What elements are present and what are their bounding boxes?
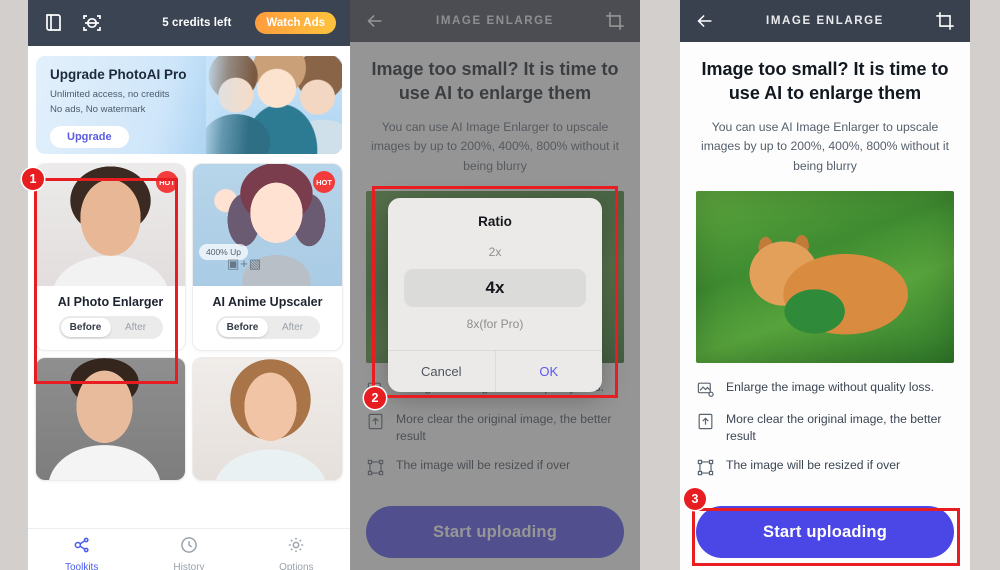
upgrade-promo-banner[interactable]: Upgrade PhotoAI Pro Unlimited access, no… <box>36 56 342 154</box>
history-icon <box>181 536 197 553</box>
back-arrow-icon[interactable] <box>694 10 716 32</box>
tool-card-photo-enlarger[interactable]: HOT AI Photo Enlarger Before After <box>36 164 185 350</box>
feature-list: Enlarge the image without quality loss. … <box>696 379 954 478</box>
promo-subtitle-2: No ads, No watermark <box>50 103 146 115</box>
credits-label: 5 credits left <box>162 17 232 29</box>
home-topbar: 5 credits left Watch Ads <box>28 0 350 46</box>
annotation-marker-1: 1 <box>22 168 44 190</box>
dialog-cancel-button[interactable]: Cancel <box>388 351 495 392</box>
card-title: AI Anime Upscaler <box>212 295 323 309</box>
tool-card-anime-upscaler[interactable]: 400% Up ▣+▧ HOT AI Anime Upscaler Before… <box>193 164 342 350</box>
after-option[interactable]: After <box>111 318 161 337</box>
home-body: Upgrade PhotoAI Pro Unlimited access, no… <box>28 56 350 570</box>
tool-card-row2-left[interactable] <box>36 358 185 480</box>
upgrade-button[interactable]: Upgrade <box>50 125 129 148</box>
feature-text: Enlarge the image without quality loss. <box>726 379 934 394</box>
before-option[interactable]: Before <box>217 318 268 337</box>
card-title: AI Photo Enlarger <box>57 295 164 309</box>
promo-text-block: Upgrade PhotoAI Pro Unlimited access, no… <box>50 67 187 148</box>
hot-badge: HOT <box>313 171 335 193</box>
feature-item: More clear the original image, the bette… <box>696 411 954 446</box>
feature-item: The image will be resized if over <box>696 457 954 477</box>
book-icon[interactable] <box>42 11 66 35</box>
card-thumbnail: HOT <box>36 164 185 286</box>
preview-image-dog[interactable] <box>696 190 954 363</box>
feature-item: Enlarge the image without quality loss. <box>696 379 954 399</box>
dialog-actions: Cancel OK <box>388 350 602 392</box>
ratio-option-8x-pro[interactable]: 8x(for Pro) <box>388 310 602 338</box>
before-after-toggle[interactable]: Before After <box>215 316 320 339</box>
phone-panel-enlarge-dialog: IMAGE ENLARGE Image too small? It is tim… <box>350 0 640 570</box>
tab-label: Options <box>279 561 314 570</box>
tool-card-row2-right[interactable] <box>193 358 342 480</box>
screenshot-stage: 5 credits left Watch Ads Upgrade PhotoAI… <box>0 0 1000 570</box>
enlarge-paragraph: You can use AI Image Enlarger to upscale… <box>701 119 949 174</box>
phone-panel-enlarge: IMAGE ENLARGE Image too small? It is tim… <box>680 0 970 570</box>
compare-glyphs: ▣+▧ <box>227 256 263 271</box>
tab-toolkits[interactable]: Toolkits <box>28 535 135 570</box>
dialog-ok-button[interactable]: OK <box>494 351 603 392</box>
card-thumbnail <box>36 358 185 480</box>
promo-photo <box>206 56 342 154</box>
before-option[interactable]: Before <box>60 318 111 337</box>
tab-history[interactable]: History <box>135 535 242 570</box>
start-uploading-button[interactable]: Start uploading <box>696 506 954 558</box>
toolkits-icon <box>74 537 89 552</box>
phone-panel-home: 5 credits left Watch Ads Upgrade PhotoAI… <box>28 0 350 570</box>
thumbnail-art <box>36 358 185 480</box>
after-option[interactable]: After <box>268 318 318 337</box>
hot-badge: HOT <box>156 171 178 193</box>
bottom-tabbar: Toolkits History Options <box>28 528 350 570</box>
crop-icon[interactable] <box>934 10 956 32</box>
annotation-marker-2: 2 <box>364 387 386 409</box>
feature-text: More clear the original image, the bette… <box>726 411 942 444</box>
card-thumbnail <box>193 358 342 480</box>
page-title: IMAGE ENLARGE <box>766 15 884 27</box>
thumbnail-art <box>193 358 342 480</box>
tab-options[interactable]: Options <box>243 535 350 570</box>
upload-box-icon <box>698 413 713 430</box>
tab-label: Toolkits <box>64 561 99 570</box>
ratio-option-4x-selected[interactable]: 4x <box>404 269 586 307</box>
face-scan-icon[interactable] <box>80 11 104 35</box>
card-thumbnail: 400% Up ▣+▧ HOT <box>193 164 342 286</box>
promo-subtitle-1: Unlimited access, no credits <box>50 89 170 100</box>
resize-icon <box>697 460 714 476</box>
annotation-marker-3: 3 <box>684 488 706 510</box>
promo-title: Upgrade PhotoAI Pro <box>50 67 187 82</box>
tool-card-grid: HOT AI Photo Enlarger Before After 400% … <box>28 154 350 480</box>
ratio-dialog[interactable]: Ratio 2x 4x 8x(for Pro) Cancel OK <box>388 198 602 392</box>
dialog-title: Ratio <box>478 214 512 229</box>
before-after-toggle[interactable]: Before After <box>58 316 163 339</box>
image-quality-icon <box>697 382 714 397</box>
enlarge-body: Image too small? It is time to use AI to… <box>680 42 970 570</box>
ratio-option-2x[interactable]: 2x <box>388 238 602 266</box>
gear-icon <box>289 537 304 552</box>
feature-text: The image will be resized if over <box>726 458 901 473</box>
enlarge-topbar: IMAGE ENLARGE <box>680 0 970 42</box>
tab-label: History <box>173 561 205 570</box>
watch-ads-button[interactable]: Watch Ads <box>255 12 336 34</box>
enlarge-heading: Image too small? It is time to use AI to… <box>701 59 949 103</box>
